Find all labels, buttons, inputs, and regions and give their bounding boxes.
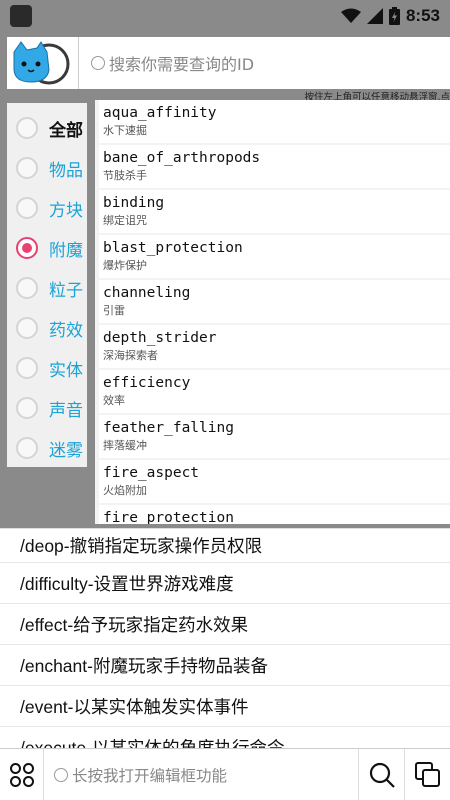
item-id: aqua_affinity bbox=[103, 105, 217, 121]
radio[interactable] bbox=[16, 117, 38, 139]
command-list[interactable]: /deop-撤销指定玩家操作员权限 /difficulty-设置世界游戏难度 /… bbox=[0, 528, 450, 748]
radio[interactable] bbox=[16, 437, 38, 459]
cat-logo-icon[interactable] bbox=[7, 37, 79, 89]
category-label: 迷雾 bbox=[49, 440, 83, 461]
category-item-enchant[interactable]: 附魔 bbox=[7, 228, 87, 268]
list-item[interactable]: fire_aspect 火焰附加 bbox=[99, 460, 450, 503]
id-list[interactable]: aqua_affinity 水下速掘 bane_of_arthropods 节肢杀手… bbox=[95, 100, 450, 524]
status-icons: 8:53 bbox=[340, 5, 440, 27]
command-item[interactable]: /difficulty-设置世界游戏难度 bbox=[0, 563, 450, 604]
search-placeholder-icon bbox=[91, 56, 105, 70]
clock: 8:53 bbox=[405, 6, 440, 25]
list-item[interactable]: depth_strider 深海探索者 bbox=[99, 325, 450, 368]
category-item-effects[interactable]: 药效 bbox=[7, 308, 87, 348]
item-id: depth_strider bbox=[103, 330, 217, 346]
list-item[interactable]: blast_protection 爆炸保护 bbox=[99, 235, 450, 278]
list-item[interactable]: feather_falling 摔落缓冲 bbox=[99, 415, 450, 458]
item-name: 效率 bbox=[103, 394, 125, 407]
radio[interactable] bbox=[16, 157, 38, 179]
category-label: 药效 bbox=[49, 320, 83, 341]
category-label: 声音 bbox=[49, 400, 83, 421]
list-item[interactable]: bane_of_arthropods 节肢杀手 bbox=[99, 145, 450, 188]
radio[interactable] bbox=[16, 277, 38, 299]
item-id: fire_aspect bbox=[103, 465, 200, 481]
app-icon bbox=[10, 5, 32, 27]
category-item-fog[interactable]: 迷雾 bbox=[7, 428, 87, 468]
category-label: 附魔 bbox=[49, 240, 83, 261]
status-bar: 8:53 bbox=[0, 0, 450, 30]
radio[interactable] bbox=[16, 317, 38, 339]
item-id: efficiency bbox=[103, 375, 191, 391]
command-item[interactable]: /enchant-附魔玩家手持物品装备 bbox=[0, 645, 450, 686]
list-item[interactable]: aqua_affinity 水下速掘 bbox=[99, 100, 450, 143]
copy-icon[interactable] bbox=[404, 748, 450, 800]
item-id: blast_protection bbox=[103, 240, 243, 256]
category-label: 物品 bbox=[49, 160, 83, 181]
bottom-bar: 长按我打开编辑框功能 bbox=[0, 748, 450, 800]
battery-icon bbox=[388, 7, 400, 25]
search-input[interactable]: 搜索你需要查询的ID bbox=[79, 51, 450, 75]
category-item-blocks[interactable]: 方块 bbox=[7, 188, 87, 228]
item-id: channeling bbox=[103, 285, 191, 301]
item-id: feather_falling bbox=[103, 420, 234, 436]
radio[interactable] bbox=[16, 357, 38, 379]
command-input[interactable]: 长按我打开编辑框功能 bbox=[44, 749, 358, 800]
item-id: binding bbox=[103, 195, 165, 211]
item-id: fire_protection bbox=[103, 510, 234, 524]
command-item[interactable]: /deop-撤销指定玩家操作员权限 bbox=[0, 529, 450, 563]
category-label: 方块 bbox=[49, 200, 83, 221]
category-item-all[interactable]: 全部 bbox=[7, 108, 87, 148]
command-input-placeholder: 长按我打开编辑框功能 bbox=[72, 766, 228, 785]
radio[interactable] bbox=[16, 197, 38, 219]
list-item[interactable]: channeling 引雷 bbox=[99, 280, 450, 323]
list-item[interactable]: binding 绑定诅咒 bbox=[99, 190, 450, 233]
signal-icon bbox=[366, 8, 383, 24]
category-label: 粒子 bbox=[49, 280, 83, 301]
category-item-entities[interactable]: 实体 bbox=[7, 348, 87, 388]
command-item[interactable]: /event-以某实体触发实体事件 bbox=[0, 686, 450, 727]
item-name: 深海探索者 bbox=[103, 349, 158, 362]
wifi-icon bbox=[340, 8, 361, 23]
item-name: 火焰附加 bbox=[103, 484, 147, 497]
category-label: 实体 bbox=[49, 360, 83, 381]
command-item[interactable]: /effect-给予玩家指定药水效果 bbox=[0, 604, 450, 645]
item-name: 摔落缓冲 bbox=[103, 439, 147, 452]
command-item[interactable]: /execute-以某实体的角度执行命令 bbox=[0, 727, 450, 749]
top-search-bar: 搜索你需要查询的ID bbox=[7, 37, 450, 89]
category-item-particles[interactable]: 粒子 bbox=[7, 268, 87, 308]
input-placeholder-icon bbox=[54, 767, 68, 782]
item-name: 绑定诅咒 bbox=[103, 214, 147, 227]
category-panel: 全部 物品 方块 附魔 粒子 药效 实体 声音 迷雾 bbox=[7, 103, 87, 467]
item-id: bane_of_arthropods bbox=[103, 150, 261, 166]
radio-selected[interactable] bbox=[16, 237, 38, 259]
search-icon[interactable] bbox=[358, 748, 404, 800]
list-item[interactable]: fire_protection bbox=[99, 505, 450, 524]
item-name: 引雷 bbox=[103, 304, 125, 317]
list-item[interactable]: efficiency 效率 bbox=[99, 370, 450, 413]
category-label: 全部 bbox=[49, 120, 83, 141]
search-placeholder: 搜索你需要查询的ID bbox=[109, 55, 255, 74]
item-name: 水下速掘 bbox=[103, 124, 147, 137]
category-item-items[interactable]: 物品 bbox=[7, 148, 87, 188]
category-item-sounds[interactable]: 声音 bbox=[7, 388, 87, 428]
item-name: 爆炸保护 bbox=[103, 259, 147, 272]
item-name: 节肢杀手 bbox=[103, 169, 147, 182]
radio[interactable] bbox=[16, 397, 38, 419]
grid-icon[interactable] bbox=[0, 748, 44, 800]
